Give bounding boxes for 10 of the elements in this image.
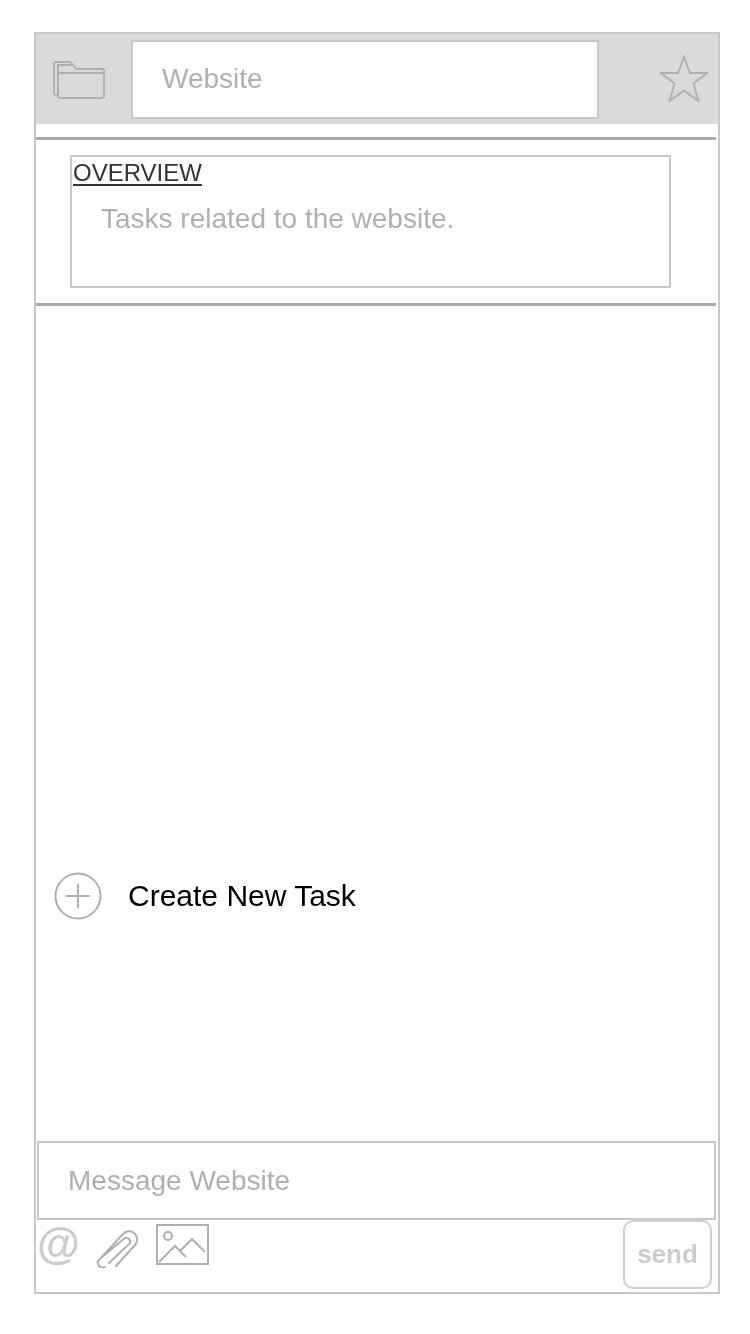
- create-task-button[interactable]: Create New Task: [128, 878, 356, 914]
- add-circle-icon[interactable]: [54, 872, 102, 920]
- folder-icon[interactable]: [53, 59, 105, 99]
- overview-heading[interactable]: OVERVIEW: [73, 158, 202, 188]
- overview-text: Tasks related to the website.: [101, 202, 455, 236]
- image-icon[interactable]: [155, 1224, 209, 1265]
- star-icon[interactable]: [660, 55, 708, 103]
- title-field[interactable]: Website: [131, 39, 599, 119]
- message-field[interactable]: Message Website: [37, 1141, 716, 1220]
- mention-button[interactable]: @: [37, 1220, 80, 1268]
